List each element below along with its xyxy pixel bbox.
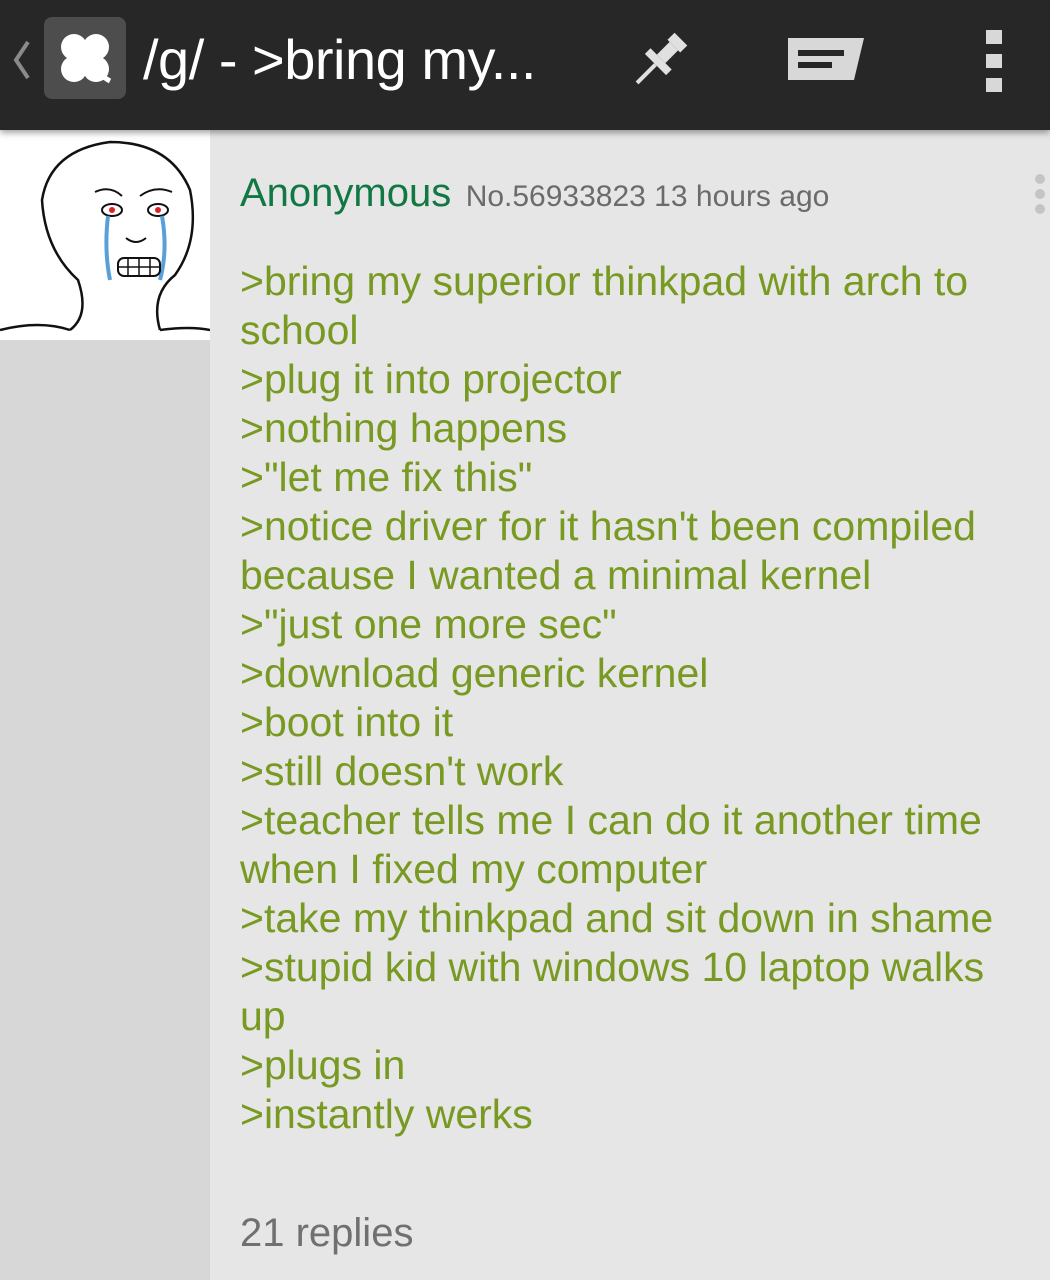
greentext-line: >download generic kernel xyxy=(240,650,709,696)
app-bar: /g/ - >bring my... xyxy=(0,0,1050,130)
reply-count[interactable]: 21 replies xyxy=(240,1208,413,1258)
greentext-line: >teacher tells me I can do it another ti… xyxy=(240,797,982,843)
greentext-line: when I fixed my computer xyxy=(240,846,708,892)
crying-wojak-image[interactable] xyxy=(0,130,211,340)
greentext-line: >still doesn't work xyxy=(240,748,564,794)
post-text: >bring my superior thinkpad with arch to… xyxy=(240,257,1030,1139)
greentext-line: >"let me fix this" xyxy=(240,454,533,500)
post-meta: No.56933823 13 hours ago xyxy=(465,180,830,213)
greentext-line: because I wanted a minimal kernel xyxy=(240,552,872,598)
pushpin-icon[interactable] xyxy=(622,24,696,98)
clover-icon xyxy=(44,17,126,99)
greentext-line: >plug it into projector xyxy=(240,356,622,402)
greentext-line: >boot into it xyxy=(240,699,454,745)
greentext-line: >bring my superior thinkpad with arch to xyxy=(240,258,969,304)
greentext-line: >take my thinkpad and sit down in shame xyxy=(240,895,994,941)
greentext-line: >instantly werks xyxy=(240,1091,533,1137)
greentext-line: >plugs in xyxy=(240,1042,406,1088)
greentext-line: up xyxy=(240,993,286,1039)
greentext-line: >notice driver for it hasn't been compil… xyxy=(240,503,976,549)
poster-name: Anonymous xyxy=(240,171,452,215)
post-menu-icon[interactable] xyxy=(1028,172,1050,216)
greentext-line: school xyxy=(240,307,359,353)
greentext-line: >stupid kid with windows 10 laptop walks xyxy=(240,944,985,990)
more-vertical-icon[interactable] xyxy=(980,26,1010,96)
reply-icon[interactable] xyxy=(784,34,868,84)
thread-title: /g/ - >bring my... xyxy=(143,28,536,91)
post-header: Anonymous No.56933823 13 hours ago xyxy=(240,168,829,227)
chevron-left-icon[interactable] xyxy=(10,36,34,84)
greentext-line: >nothing happens xyxy=(240,405,568,451)
greentext-line: >"just one more sec" xyxy=(240,601,617,647)
